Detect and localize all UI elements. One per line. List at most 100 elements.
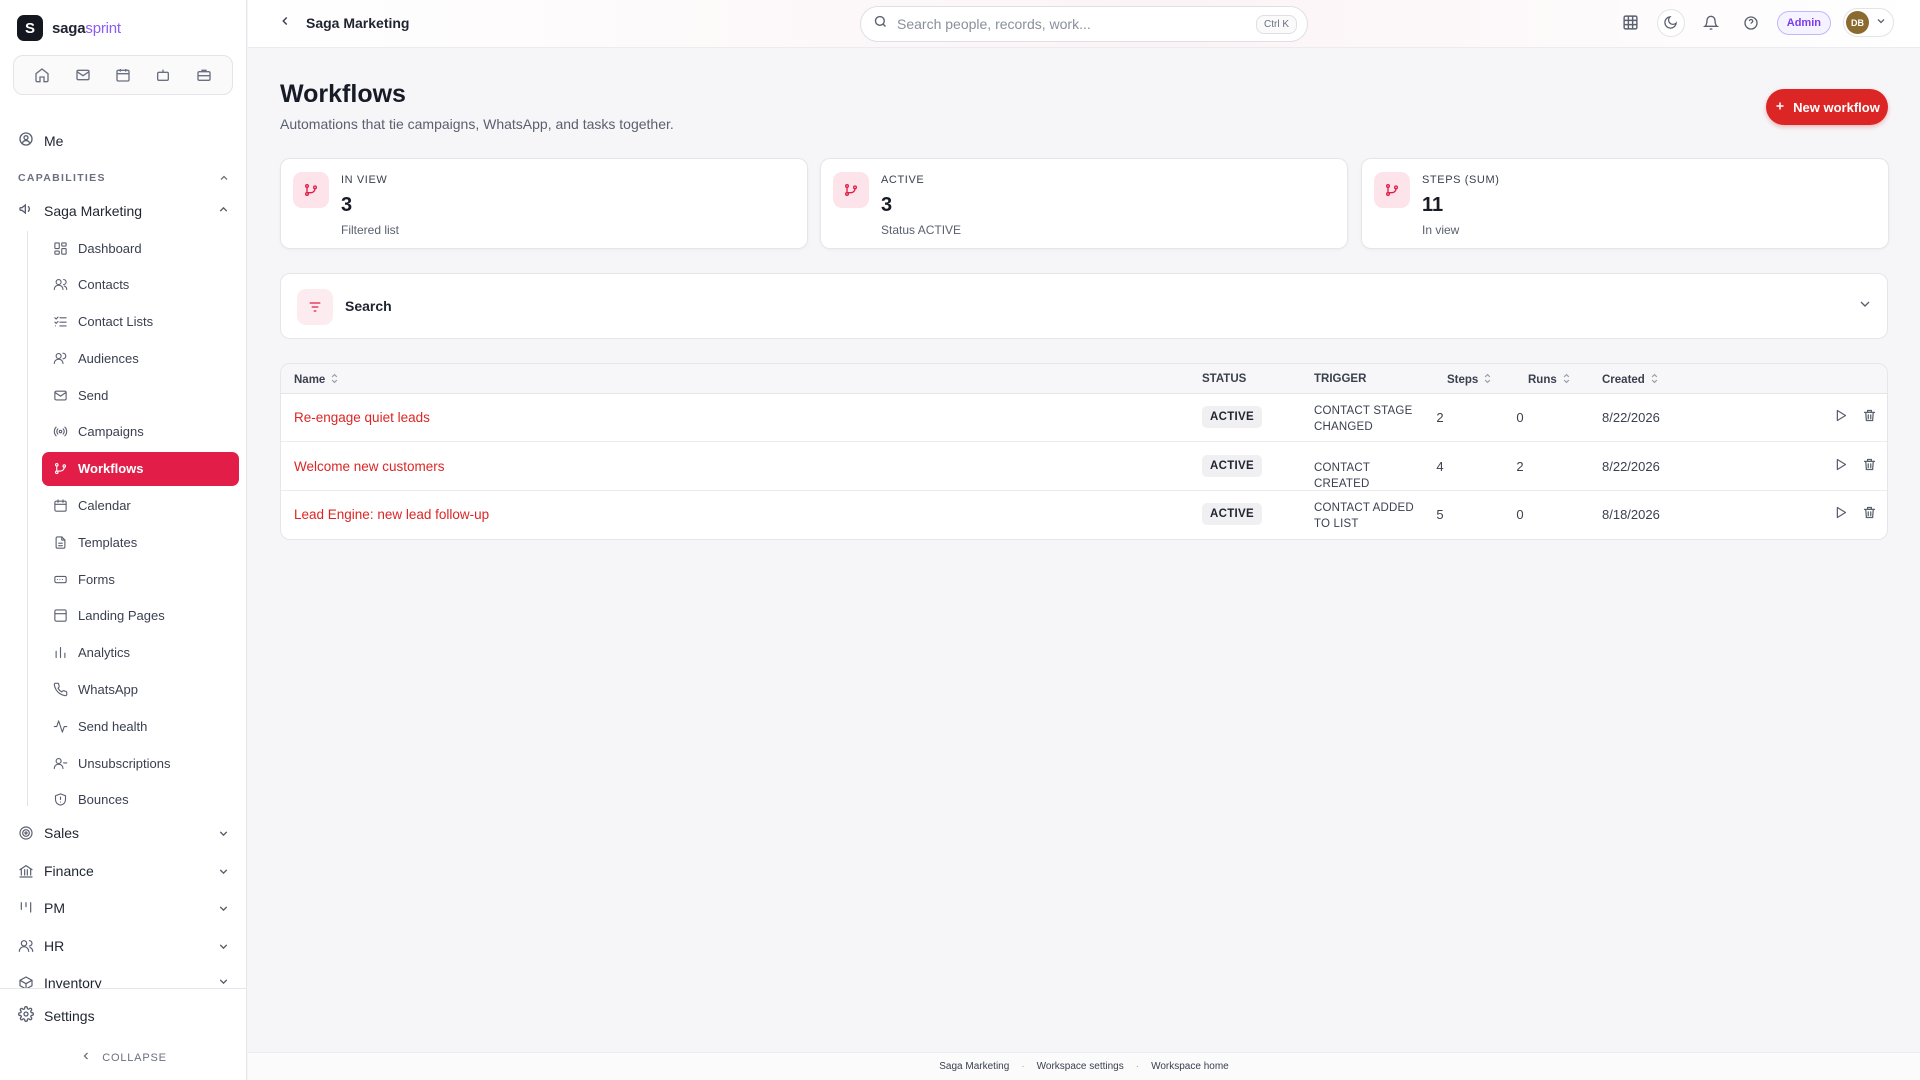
sidebar-item-whatsapp[interactable]: WhatsApp [42,673,239,707]
group-inventory[interactable]: Inventory [18,975,230,988]
sidebar-item-unsubscriptions[interactable]: Unsubscriptions [42,746,239,780]
created-cell: 8/22/2026 [1602,459,1660,474]
sidebar-item-send-health[interactable]: Send health [42,709,239,743]
global-search[interactable]: Ctrl K [860,6,1308,42]
sidebar-item-audiences[interactable]: Audiences [42,341,239,375]
mail-icon[interactable] [72,64,94,86]
moon-icon[interactable] [1656,8,1685,37]
grid-icon[interactable] [1617,9,1645,37]
table-row[interactable]: Re-engage quiet leads ACTIVE CONTACT STAGE… [281,394,1887,442]
trigger-line-1: CONTACT ADDED [1314,502,1414,514]
avatar: DB [1846,11,1869,34]
nav-me[interactable]: Me [18,131,63,150]
breadcrumb[interactable]: Saga Marketing [278,14,409,31]
sidebar-divider [0,988,247,989]
breadcrumb-label[interactable]: Saga Marketing [306,15,409,31]
stat-card-in-view: IN VIEW 3 Filtered list [280,158,808,249]
search-input[interactable] [897,16,1247,32]
nav-settings[interactable]: Settings [18,1006,95,1025]
workflow-name-link[interactable]: Re-engage quiet leads [294,410,430,425]
group-hr[interactable]: HR [18,938,230,954]
group-saga-marketing[interactable]: Saga Marketing [18,201,230,220]
sidebar-item-bounces[interactable]: Bounces [42,783,239,817]
sidebar-item-landing-pages[interactable]: Landing Pages [42,599,239,633]
sidebar-item-label: Forms [78,571,115,587]
sidebar-item-label: Analytics [78,645,131,661]
table-row[interactable]: Welcome new customers ACTIVE CONTACT CREAT… [281,443,1887,491]
brand-logo: S [17,15,43,41]
chevron-down-icon [217,940,230,953]
sidebar: S sagasprint Me CAPABILITIES Saga Market… [0,0,247,1080]
trash-icon[interactable] [1862,408,1877,423]
stat-value: 3 [341,194,353,216]
capabilities-label: CAPABILITIES [18,172,106,184]
trash-icon[interactable] [1862,505,1877,520]
play-icon[interactable] [1833,408,1848,423]
activity-icon [53,719,68,734]
footer-link-workspace-home[interactable]: Workspace home [1151,1061,1229,1072]
footer-link-marketing[interactable]: Saga Marketing [939,1061,1009,1072]
chevron-left-icon[interactable] [278,14,292,31]
sort-icon [1562,373,1571,387]
column-runs[interactable]: Runs [1528,373,1571,387]
table-header: Name STATUS TRIGGER Steps Runs Created [281,364,1887,394]
stat-label: STEPS (SUM) [1422,174,1500,186]
row-actions [1833,505,1877,520]
footer-link-workspace-settings[interactable]: Workspace settings [1037,1061,1124,1072]
sidebar-item-forms[interactable]: Forms [42,562,239,596]
file-text-icon [53,535,68,550]
help-icon[interactable] [1737,9,1765,37]
sidebar-item-contacts[interactable]: Contacts [42,268,239,302]
collapse-button[interactable]: COLLAPSE [0,1050,247,1065]
sort-icon [330,373,339,387]
table-row[interactable]: Lead Engine: new lead follow-up ACTIVE CON… [281,491,1887,539]
group-sales[interactable]: Sales [18,825,230,841]
trigger-cell: CONTACT ADDED TO LIST [1314,500,1424,532]
search-filter-panel[interactable]: Search [280,273,1888,339]
group-finance[interactable]: Finance [18,863,230,879]
column-created[interactable]: Created [1602,373,1659,387]
collapse-label: COLLAPSE [102,1051,167,1064]
capabilities-header[interactable]: CAPABILITIES [18,172,230,187]
trash-icon[interactable] [1862,457,1877,472]
chevron-down-icon[interactable] [1857,296,1873,317]
mail-icon [53,388,68,403]
column-runs-label: Runs [1528,374,1557,386]
sidebar-item-label: Campaigns [78,424,144,440]
admin-badge[interactable]: Admin [1776,10,1831,35]
new-workflow-button[interactable]: New workflow [1766,89,1888,125]
sidebar-item-workflows[interactable]: Workflows [42,451,239,486]
play-icon[interactable] [1833,505,1848,520]
column-name[interactable]: Name [294,373,339,387]
sidebar-item-templates[interactable]: Templates [42,525,239,559]
sidebar-item-contact-lists[interactable]: Contact Lists [42,305,239,339]
play-icon[interactable] [1833,457,1848,472]
home-icon[interactable] [31,64,53,86]
chevron-down-icon [217,975,230,988]
brand[interactable]: S sagasprint [17,15,121,41]
sidebar-item-campaigns[interactable]: Campaigns [42,415,239,449]
sidebar-item-send[interactable]: Send [42,378,239,412]
box-icon [18,975,34,988]
workflow-name-link[interactable]: Lead Engine: new lead follow-up [294,507,489,522]
user-menu[interactable]: DB [1843,8,1894,37]
calendar-icon[interactable] [112,64,134,86]
group-pm[interactable]: PM [18,900,230,916]
megaphone-icon [18,201,34,220]
sidebar-item-calendar[interactable]: Calendar [42,489,239,523]
sidebar-item-label: WhatsApp [78,682,138,698]
briefcase-icon[interactable] [193,64,215,86]
filter-icon [297,289,333,325]
bot-icon[interactable] [152,64,174,86]
group-label: HR [44,938,65,954]
trigger-cell: CONTACT STAGE CHANGED [1314,403,1424,435]
sidebar-item-label: Audiences [78,350,139,366]
sidebar-item-dashboard[interactable]: Dashboard [42,231,239,265]
column-steps[interactable]: Steps [1447,373,1492,387]
calendar-icon [53,498,68,513]
group-label: PM [44,900,65,916]
bell-icon[interactable] [1697,9,1725,37]
sidebar-item-analytics[interactable]: Analytics [42,636,239,670]
workflow-name-link[interactable]: Welcome new customers [294,459,445,474]
sort-icon [1483,373,1492,387]
